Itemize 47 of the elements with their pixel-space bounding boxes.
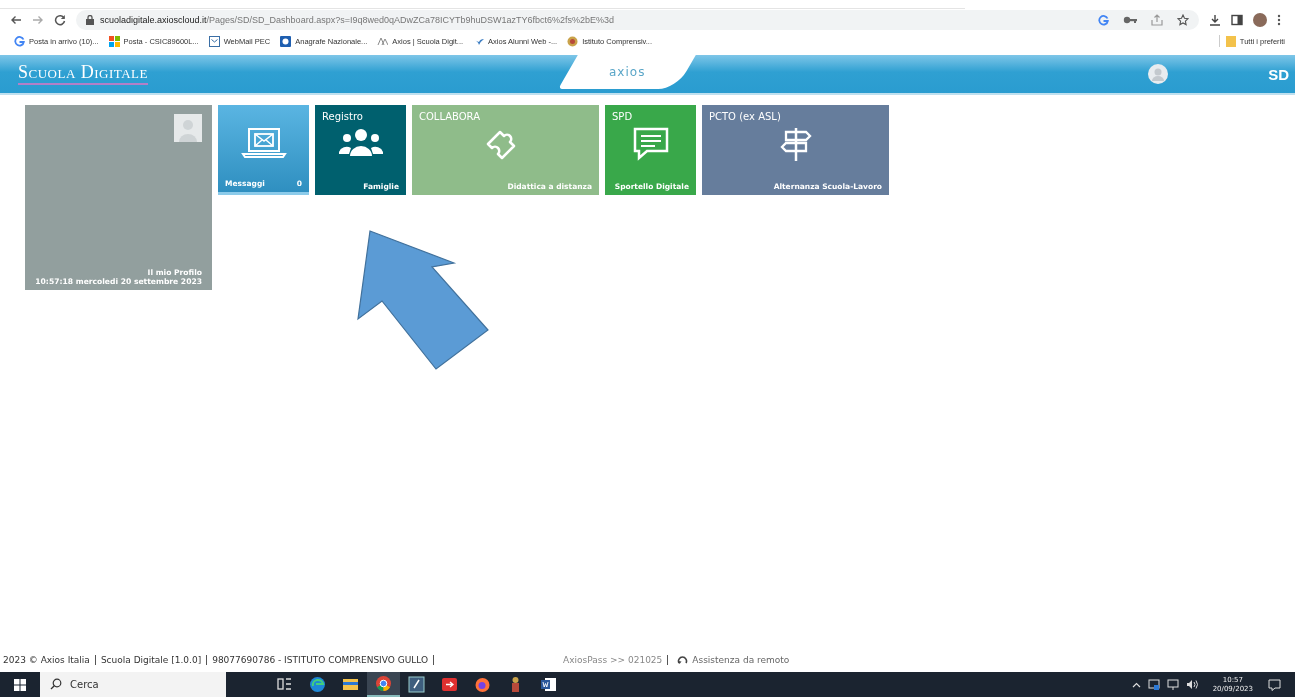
task-view-icon <box>276 676 293 693</box>
word-icon <box>540 676 557 693</box>
crest-icon <box>567 35 579 47</box>
search-icon <box>50 678 62 690</box>
menu-icon[interactable] <box>1277 14 1281 26</box>
chrome-icon <box>375 675 392 692</box>
search-field[interactable]: Cerca <box>40 672 226 697</box>
star-icon[interactable] <box>1177 14 1189 26</box>
footer-link[interactable]: AxiosPass >> 021025 <box>563 655 663 665</box>
tile-title: COLLABORA <box>419 111 481 124</box>
windows-icon <box>108 35 120 47</box>
url-text: scuoladigitale.axioscloud.it/Pages/SD/SD_Dashboard.aspx?s=I9q8wed0qADwZCa78ICYTb9huDSW1azTY6fbct6%2fs%2bE%3d <box>100 15 616 25</box>
back-icon[interactable] <box>10 15 22 25</box>
speaker-icon[interactable] <box>1185 679 1198 690</box>
lock-icon <box>86 15 94 25</box>
notification-icon[interactable] <box>1268 678 1281 691</box>
network-icon[interactable] <box>1147 679 1160 690</box>
monitor-icon[interactable] <box>1166 679 1179 690</box>
tile-title: SPD <box>612 111 634 124</box>
user-placeholder-icon <box>174 114 202 142</box>
side-panel-icon[interactable] <box>1231 14 1243 26</box>
mail-icon <box>208 35 220 47</box>
footer-text: 98077690786 - ISTITUTO COMPRENSIVO GULLO <box>212 655 429 665</box>
google-icon <box>14 35 25 47</box>
presentation-icon <box>441 676 458 693</box>
share-icon[interactable] <box>1151 14 1163 26</box>
reload-icon[interactable] <box>54 14 66 26</box>
avatar-icon[interactable] <box>1253 13 1267 27</box>
badge-icon <box>280 35 292 47</box>
user-avatar-icon[interactable] <box>1148 64 1169 84</box>
download-icon[interactable] <box>1209 14 1221 26</box>
firefox-icon <box>474 676 491 693</box>
chevron-up-icon[interactable] <box>1131 681 1141 688</box>
footer-text: Scuola Digitale [1.0.0] <box>100 655 202 665</box>
google-icon[interactable] <box>1098 14 1109 26</box>
address-bar[interactable]: scuoladigitale.axioscloud.it/Pages/SD/SD_Dashboard.aspx?s=I9q8wed0qADwZCa78ICYTb9huDSW1azTY6fbct6%2fs%2bE%3d <box>76 10 1199 30</box>
footer-text: 2023 © Axios Italia <box>3 655 90 665</box>
folder-icon <box>1225 35 1236 47</box>
tile-title: PCTO (ex ASL) <box>709 111 782 124</box>
edge-icon <box>309 676 326 693</box>
key-icon[interactable] <box>1123 15 1137 25</box>
tile-title: Registro <box>322 111 364 124</box>
folder-icon <box>342 676 359 693</box>
taskbar-app[interactable] <box>367 672 400 697</box>
support-link[interactable]: Assistenza da remoto <box>677 654 790 666</box>
editor-icon <box>408 676 425 693</box>
windows-icon[interactable] <box>14 678 26 691</box>
